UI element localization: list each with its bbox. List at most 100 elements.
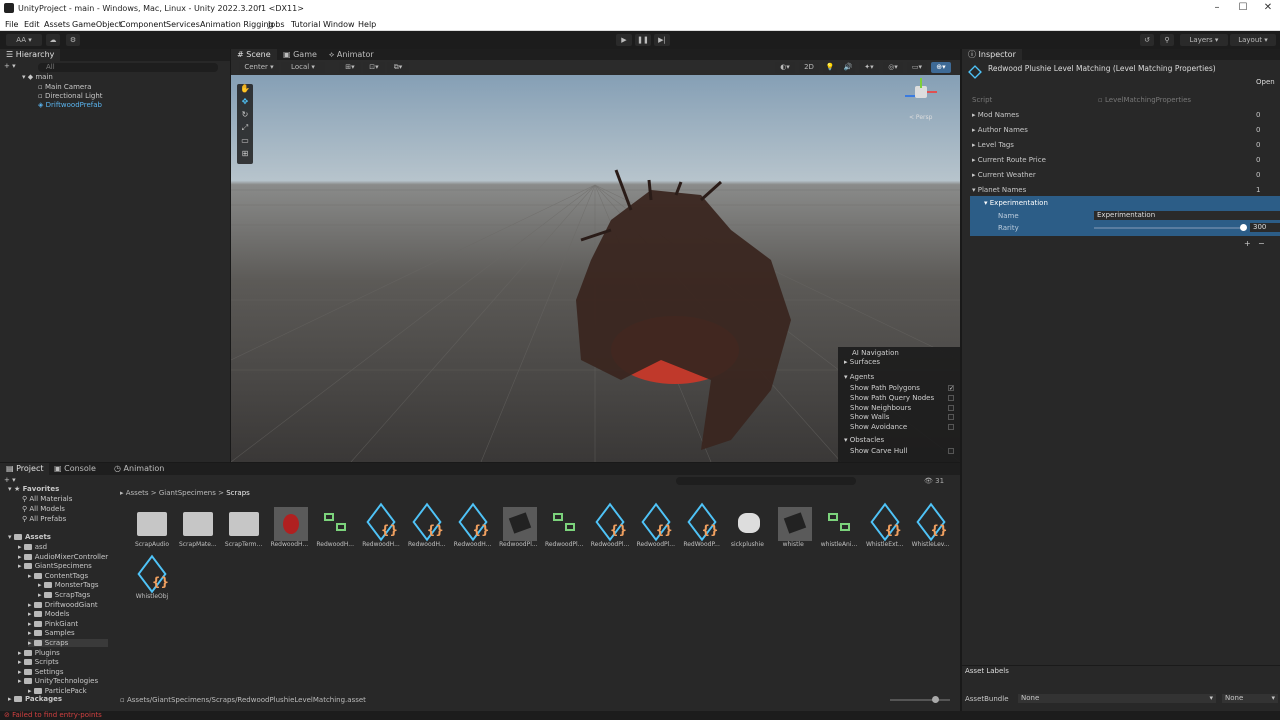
hand-tool-icon[interactable]: ✋ — [237, 84, 253, 97]
assetbundle-dropdown[interactable]: None ▾ — [1018, 694, 1216, 703]
menu-animation-rigging[interactable]: Animation Rigging — [200, 20, 274, 29]
show-avoidance-checkbox[interactable] — [948, 424, 954, 430]
field-count[interactable]: 0 — [1256, 126, 1260, 134]
tab-project[interactable]: ▤ Project — [0, 463, 50, 475]
play-button[interactable]: ▶ — [616, 34, 632, 46]
pivot-dropdown[interactable]: Center ▾ — [239, 62, 279, 73]
asset-item[interactable]: RedwoodPl... — [542, 507, 586, 548]
favorite-all-prefabs[interactable]: ⚲ All Prefabs — [22, 515, 66, 523]
field-current-route-price[interactable]: ▸ Current Route Price — [972, 156, 1046, 164]
rect-tool-icon[interactable]: ▭ — [237, 136, 253, 149]
asset-item[interactable]: whistle — [771, 507, 815, 548]
move-tool-icon[interactable]: ✥ — [237, 97, 253, 110]
asset-item[interactable]: whistleAni... — [817, 507, 861, 548]
show-path-query-nodes-checkbox[interactable] — [948, 395, 954, 401]
space-dropdown[interactable]: Local ▾ — [281, 62, 325, 73]
element-foldout[interactable]: ▾ Experimentation — [984, 199, 1048, 207]
asset-item[interactable]: ScrapAudio — [130, 507, 174, 548]
menu-assets[interactable]: Assets — [44, 20, 70, 29]
menu-component[interactable]: Component — [120, 20, 166, 29]
mode-2d-toggle[interactable]: 2D — [799, 62, 819, 73]
cloud-icon[interactable]: ☁ — [46, 34, 60, 46]
folder-tree-item[interactable]: ▸ UnityTechnologies — [18, 677, 98, 685]
ai-nav-surfaces[interactable]: ▸ Surfaces — [844, 358, 880, 366]
pause-button[interactable]: ❚❚ — [635, 34, 651, 46]
field-count[interactable]: 0 — [1256, 156, 1260, 164]
open-button[interactable]: Open — [1256, 78, 1275, 86]
menu-gameobject[interactable]: GameObject — [72, 20, 122, 29]
search-icon[interactable]: ⚲ — [1160, 34, 1174, 46]
folder-tree-item[interactable]: ▸ Scripts — [18, 658, 59, 666]
asset-item[interactable]: {} RedwoodH... — [405, 502, 449, 548]
audio-icon[interactable]: 🔊 — [841, 62, 855, 73]
menu-edit[interactable]: Edit — [24, 20, 40, 29]
folder-tree-item[interactable]: ▸ AudioMixerController — [18, 553, 108, 561]
status-error[interactable]: ⊘ Failed to find entry-points — [4, 711, 102, 719]
account-button[interactable]: AA ▾ — [6, 34, 42, 46]
history-icon[interactable]: ↺ — [1140, 34, 1154, 46]
menu-window[interactable]: Window — [323, 20, 355, 29]
create-asset-button[interactable]: + ▾ — [4, 476, 16, 484]
layout-dropdown[interactable]: Layout ▾ — [1230, 34, 1276, 46]
rotate-tool-icon[interactable]: ↻ — [237, 110, 253, 123]
folder-tree-item[interactable]: ▸ asd — [18, 543, 47, 551]
gizmos-icon[interactable]: ⊕▾ — [931, 62, 951, 73]
breadcrumb-giantspecimens[interactable]: GiantSpecimens — [159, 489, 216, 497]
folder-tree-item[interactable]: ▸ MonsterTags — [38, 581, 99, 589]
tab-console[interactable]: ▣ Console — [48, 463, 102, 475]
add-element-button[interactable]: + — [1244, 239, 1251, 248]
effects-icon[interactable]: ✦▾ — [859, 62, 879, 73]
close-icon[interactable]: ✕ — [1257, 2, 1279, 16]
field-count[interactable]: 0 — [1256, 171, 1260, 179]
draw-mode-icon[interactable]: ◐▾ — [775, 62, 795, 73]
field-count[interactable]: 0 — [1256, 111, 1260, 119]
show-walls-checkbox[interactable] — [948, 414, 954, 420]
maximize-icon[interactable]: ☐ — [1232, 2, 1254, 16]
asset-item[interactable]: RedwoodH... — [313, 507, 357, 548]
show-carve-hull-checkbox[interactable] — [948, 448, 954, 454]
rarity-slider-handle[interactable] — [1240, 224, 1247, 231]
hierarchy-item-main-camera[interactable]: ▫ Main Camera — [38, 83, 91, 91]
breadcrumb-scraps[interactable]: Scraps — [226, 489, 250, 497]
asset-item[interactable]: sickplushie — [725, 507, 769, 548]
icon-size-slider[interactable] — [890, 699, 950, 701]
field-count[interactable]: 1 — [1256, 186, 1260, 194]
scene-root[interactable]: ▾ ◆ main — [22, 73, 53, 81]
ai-nav-agents[interactable]: ▾ Agents — [844, 373, 874, 381]
folder-tree-item[interactable]: ▸ Models — [28, 610, 69, 618]
field-current-weather[interactable]: ▸ Current Weather — [972, 171, 1036, 179]
asset-item[interactable]: {} RedwoodH... — [451, 502, 495, 548]
breadcrumb-assets[interactable]: Assets — [126, 489, 149, 497]
transform-tool-icon[interactable]: ⊞ — [237, 149, 253, 162]
field-count[interactable]: 0 — [1256, 141, 1260, 149]
asset-item[interactable]: {} RedWoodP... — [680, 502, 724, 548]
favorites-group[interactable]: ▾ ★ Favorites — [8, 485, 59, 493]
menu-jobs[interactable]: Jobs — [268, 20, 285, 29]
asset-item[interactable]: {} WhistleExt... — [863, 502, 907, 548]
folder-tree-item[interactable]: ▸ Samples — [28, 629, 75, 637]
folder-tree-item[interactable]: ▸ PinkGiant — [28, 620, 78, 628]
folder-tree-item[interactable]: ▸ ScrapTags — [38, 591, 90, 599]
asset-item[interactable]: {} RedwoodH... — [359, 502, 403, 548]
asset-item[interactable]: {} RedwoodPl... — [588, 502, 632, 548]
hierarchy-item-directional-light[interactable]: ▫ Directional Light — [38, 92, 103, 100]
ai-nav-obstacles[interactable]: ▾ Obstacles — [844, 436, 884, 444]
menu-tutorial[interactable]: Tutorial — [291, 20, 320, 29]
show-neighbours-checkbox[interactable] — [948, 405, 954, 411]
grid-icon[interactable]: ⊡▾ — [363, 62, 385, 73]
hierarchy-item-driftwood-prefab[interactable]: ◈ DriftwoodPrefab — [38, 101, 102, 109]
field-planet-names[interactable]: ▾ Planet Names — [972, 186, 1026, 194]
folder-tree-item[interactable]: ▸ ContentTags — [28, 572, 88, 580]
field-mod-names[interactable]: ▸ Mod Names — [972, 111, 1019, 119]
script-field[interactable]: ▫ LevelMatchingProperties — [1098, 96, 1191, 104]
asset-item[interactable]: {} WhistleLev... — [909, 502, 953, 548]
tab-animation[interactable]: ◷ Animation — [108, 463, 170, 475]
icon-size-slider-handle[interactable] — [932, 696, 939, 703]
asset-item[interactable]: {} RedwoodPl... — [634, 502, 678, 548]
hierarchy-search-input[interactable]: All — [38, 63, 218, 72]
scale-tool-icon[interactable]: ⤢ — [237, 123, 253, 136]
folder-tree-item[interactable]: ▸ Plugins — [18, 649, 60, 657]
add-object-button[interactable]: + ▾ — [4, 62, 16, 70]
scene-gizmo[interactable]: < Persp — [901, 78, 941, 130]
menu-file[interactable]: File — [5, 20, 18, 29]
